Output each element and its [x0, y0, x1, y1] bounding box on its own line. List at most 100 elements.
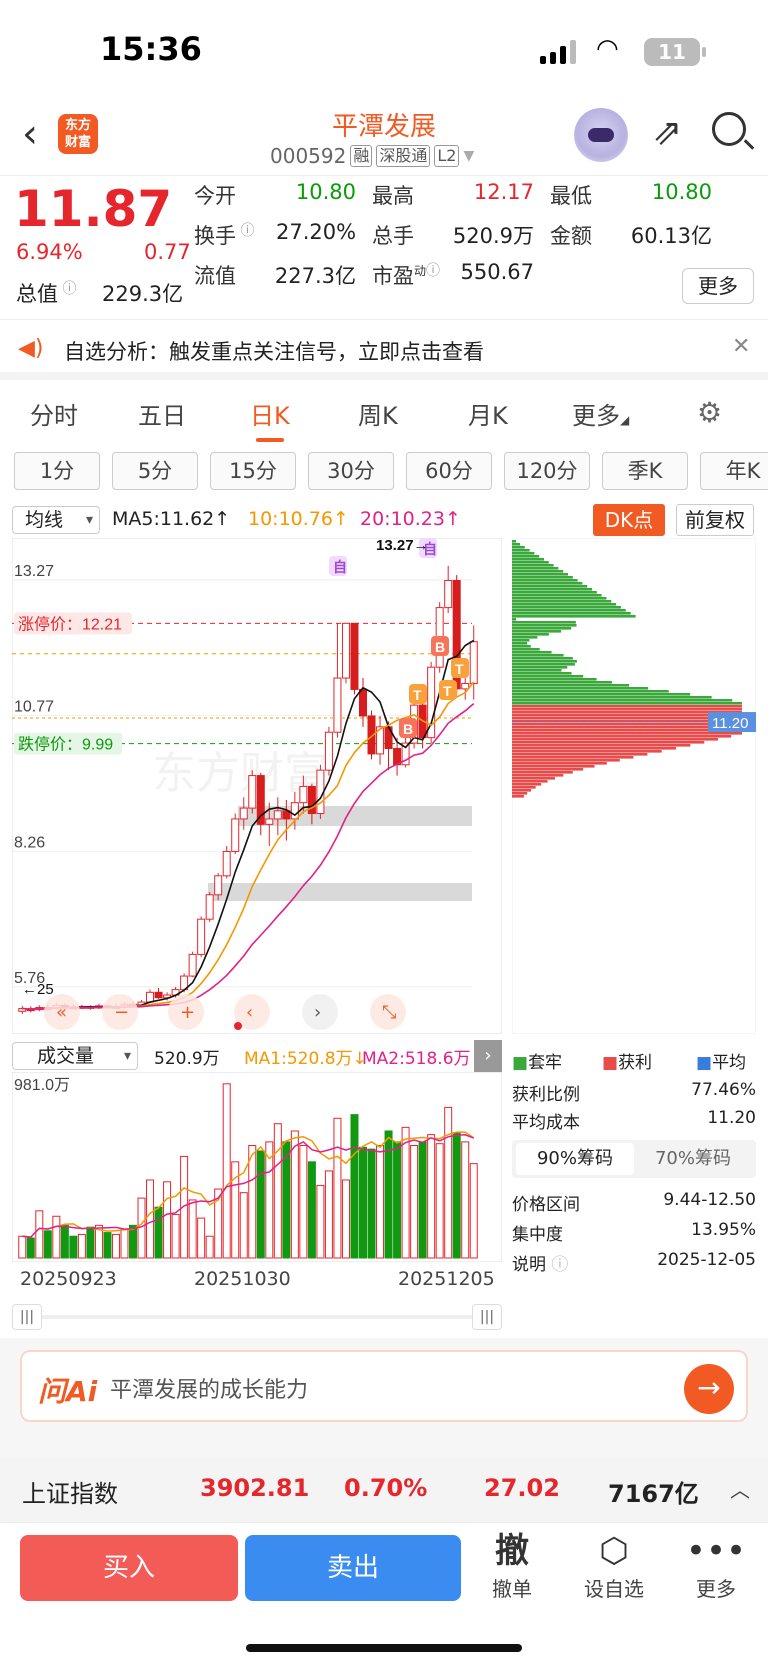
volume-bar [239, 1192, 248, 1259]
chip-bar [512, 726, 742, 729]
volume-bar [35, 1210, 44, 1259]
index-change: 27.02 [484, 1474, 560, 1502]
chip-bar [512, 675, 584, 678]
chip-distribution[interactable]: 11.20 [511, 537, 757, 1035]
tab-weekly-k[interactable]: 周K [358, 396, 398, 431]
search-icon[interactable] [712, 112, 746, 146]
zoom-out-control[interactable]: − [102, 994, 138, 1030]
note-label[interactable]: 说明 ⓘ [512, 1250, 568, 1275]
volume-bar [350, 1114, 359, 1259]
candle-body [248, 775, 257, 809]
chip-info-panel: ■套牢 ■获利 ■平均 获利比例 77.46% 平均成本 11.20 90%筹码 7… [512, 1053, 756, 1275]
watchlist-alert-banner[interactable]: ◀) 自选分析：触发重点关注信号，立即点击查看 ✕ [0, 320, 768, 380]
candle-body [273, 810, 282, 820]
period-120min[interactable]: 120分 [504, 452, 590, 490]
volume-chart[interactable]: 981.0万 [11, 1071, 503, 1263]
volume-bar [401, 1126, 410, 1259]
period-30min[interactable]: 30分 [308, 452, 394, 490]
scroller-right-handle[interactable]: ||| [472, 1304, 502, 1330]
tab-chip-90[interactable]: 90%筹码 [516, 1143, 634, 1175]
signal-marker-label: T [455, 661, 464, 677]
change-amount: 0.77 [144, 240, 191, 264]
date-mid: 20251030 [194, 1268, 291, 1290]
sell-button[interactable]: 卖出 [245, 1535, 461, 1601]
dk-point-button[interactable]: DK点 [593, 504, 665, 536]
chevron-up-icon[interactable]: ︿ [730, 1474, 750, 1503]
tab-five-day[interactable]: 五日 [138, 396, 186, 431]
tab-monthly-k[interactable]: 月K [468, 396, 508, 431]
chip-bar [512, 600, 612, 603]
candle-body [197, 918, 206, 955]
volume-label: 总手 [372, 224, 414, 248]
info-icon[interactable]: ⓘ [58, 281, 76, 297]
index-pct: 0.70% [344, 1474, 428, 1502]
fullscreen-control[interactable]: ⤡ [370, 994, 406, 1030]
info-icon[interactable]: ⓘ [236, 223, 254, 239]
kline-chart[interactable]: 东方财富 13.27 10.77 8.26 5.76 涨停价：12.21 跌停价：9.99… [11, 537, 503, 1035]
volume-indicator-select[interactable]: 成交量 [12, 1042, 138, 1070]
volume-bar [129, 1224, 137, 1259]
home-indicator [246, 1644, 522, 1652]
tab-intraday[interactable]: 分时 [30, 396, 78, 431]
chip-bar [512, 630, 562, 633]
ma20-value: 20:10.23↑ [360, 508, 461, 530]
chip-bar [512, 714, 742, 717]
rewind-control[interactable]: « [44, 994, 80, 1030]
tab-more[interactable]: 更多◢ [572, 396, 629, 431]
cancel-order-icon: 撤 [495, 1531, 529, 1571]
chip-bar [512, 591, 597, 594]
chip-bar [512, 558, 545, 561]
gear-icon[interactable]: ⚙ [697, 396, 722, 429]
candle-body [146, 991, 155, 1003]
chip-range-tabs: 90%筹码 70%筹码 [512, 1140, 756, 1178]
zoom-in-control[interactable]: + [168, 994, 204, 1030]
chart-range-scroller[interactable]: ||| ||| [12, 1304, 502, 1330]
chip-bar [512, 768, 584, 771]
chip-bar [512, 555, 540, 558]
float-value-label: 流值 [194, 264, 236, 288]
chip-bar [512, 783, 542, 786]
chip-bar [512, 564, 554, 567]
tab-chip-70[interactable]: 70%筹码 [634, 1143, 752, 1175]
volume-bar [77, 1233, 86, 1259]
candle-body [188, 953, 197, 977]
chip-bar [512, 765, 595, 768]
stock-code-line[interactable]: 000592 融 深股通 L2 ▼ [270, 144, 474, 168]
period-buttons: 1分 5分 15分 30分 60分 120分 季K 年K [14, 452, 768, 490]
period-year[interactable]: 年K [700, 452, 768, 490]
chip-bar [512, 744, 691, 747]
ai-robot-avatar[interactable] [574, 108, 628, 162]
market-index-bar[interactable]: 上证指数 3902.81 0.70% 27.02 7167亿 ︿ [0, 1458, 768, 1522]
period-5min[interactable]: 5分 [112, 452, 198, 490]
period-quarter[interactable]: 季K [602, 452, 688, 490]
forward-adjust-button[interactable]: 前复权 [676, 504, 754, 536]
legend-profit: 获利 [618, 1053, 653, 1073]
expand-arrow-icon[interactable]: › [474, 1040, 502, 1072]
tab-daily-k[interactable]: 日K [250, 396, 290, 442]
buy-button[interactable]: 买入 [20, 1535, 238, 1601]
high-price-marker: 13.27→ [376, 538, 429, 554]
more-button[interactable]: ••• 更多 [676, 1529, 756, 1602]
share-icon[interactable]: ⇗ [652, 112, 682, 153]
more-quote-button[interactable]: 更多 [682, 268, 754, 304]
ai-ask-box[interactable]: 问Ai 平潭发展的成长能力 → [20, 1350, 748, 1422]
volume-bar [69, 1235, 78, 1259]
arrow-right-icon[interactable]: → [684, 1364, 734, 1414]
chip-bar [512, 573, 569, 576]
chip-bar [512, 543, 520, 546]
candle-body [256, 775, 265, 825]
period-1min[interactable]: 1分 [14, 452, 100, 490]
scroller-left-handle[interactable]: ||| [12, 1304, 42, 1330]
next-control[interactable]: › [302, 994, 338, 1030]
chip-bar [512, 708, 742, 711]
index-value: 3902.81 [200, 1474, 310, 1502]
period-60min[interactable]: 60分 [406, 452, 492, 490]
cancel-order-button[interactable]: 撤 撤单 [472, 1529, 552, 1602]
info-icon[interactable]: ⓘ [426, 263, 440, 279]
volume-bar [435, 1143, 444, 1259]
indicator-select[interactable]: 均线 [12, 506, 100, 534]
close-icon[interactable]: ✕ [732, 334, 750, 359]
add-watchlist-button[interactable]: ⬡ 设自选 [574, 1529, 654, 1602]
candle-body [214, 875, 223, 896]
period-15min[interactable]: 15分 [210, 452, 296, 490]
